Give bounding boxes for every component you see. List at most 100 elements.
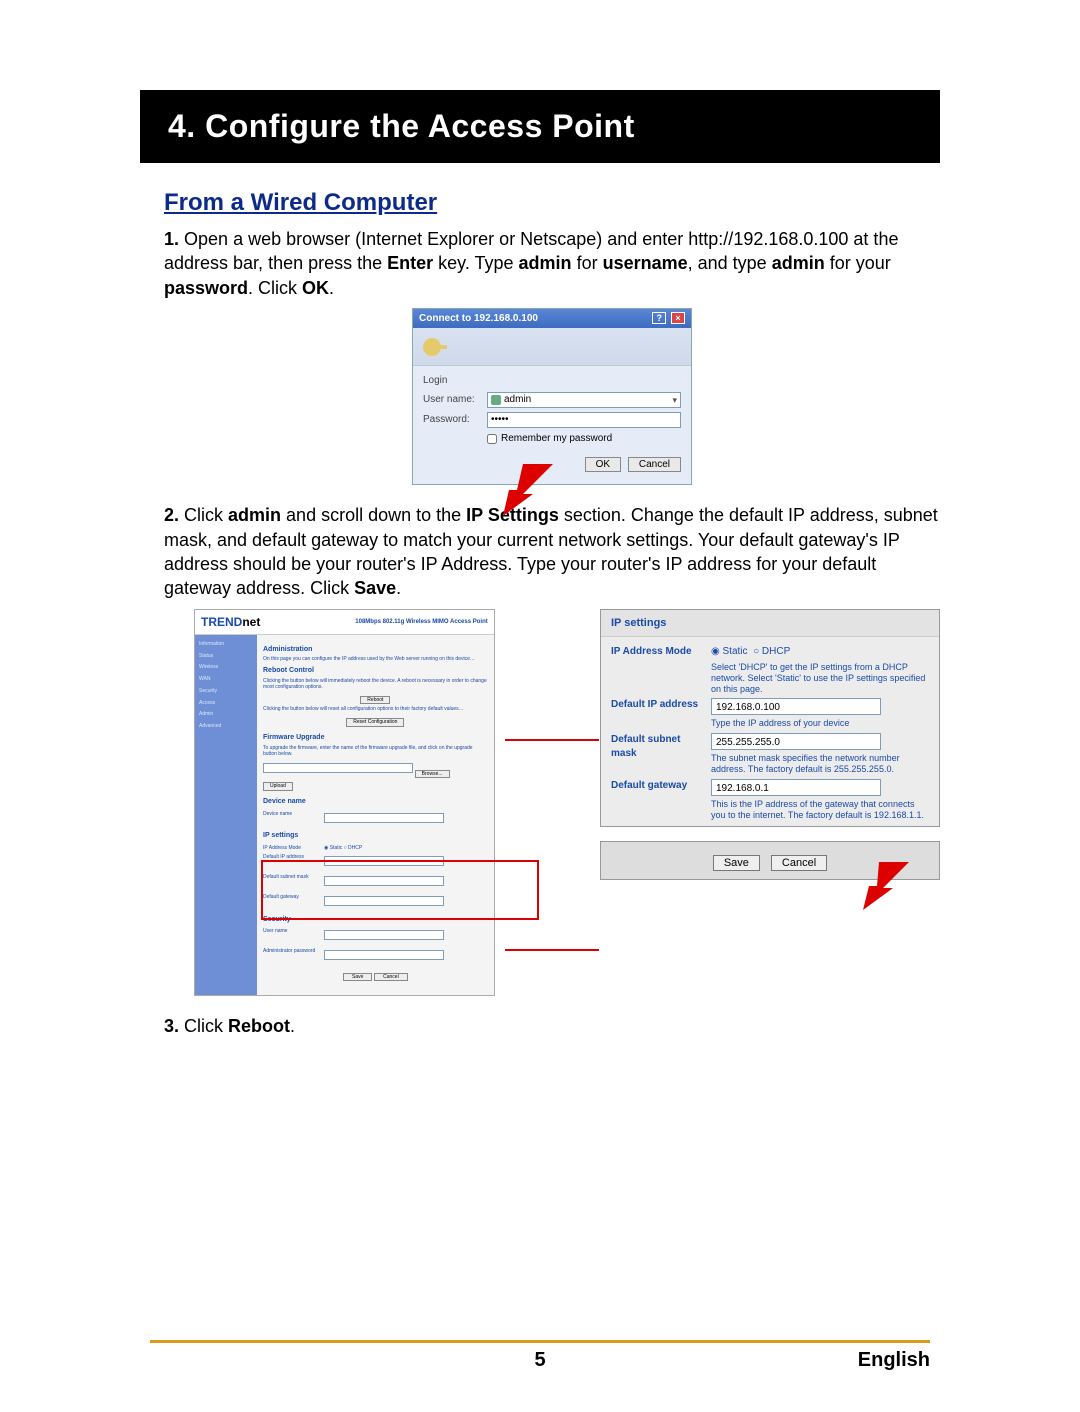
mode-value: ◉ Static ○ DHCP [324, 845, 488, 852]
text: , and type [688, 253, 772, 273]
text: . [329, 278, 334, 298]
admin-description: On this page you can configure the IP ad… [263, 656, 488, 662]
language-label: English [830, 1349, 930, 1372]
ip-zoom-title: IP settings [601, 610, 939, 638]
callout-arrow-icon [473, 464, 553, 521]
reset-button[interactable]: Reset Configuration [346, 718, 404, 727]
reboot-button[interactable]: Reboot [360, 696, 390, 705]
page-number: 5 [250, 1349, 830, 1372]
text: . [290, 1016, 295, 1036]
username-value: admin [504, 393, 531, 407]
chevron-down-icon[interactable]: ▾ [672, 394, 677, 406]
admin-content: Administration On this page you can conf… [257, 635, 494, 996]
ip-field[interactable] [324, 856, 444, 866]
sidebar-item[interactable]: Status [199, 653, 253, 660]
sidebar-item[interactable]: Wireless [199, 664, 253, 671]
firmware-file-field[interactable] [263, 763, 413, 773]
steps-list: 1. Open a web browser (Internet Explorer… [164, 227, 940, 1039]
text: . [396, 578, 401, 598]
text: Click [184, 505, 228, 525]
gateway-field[interactable]: 192.168.0.1 [711, 779, 881, 796]
reboot-section-title: Reboot Control [263, 666, 488, 675]
step-number: 2. [164, 505, 179, 525]
browse-button[interactable]: Browse... [415, 770, 450, 779]
help-icon[interactable]: ? [652, 312, 666, 324]
bold: admin [228, 505, 281, 525]
sidebar-item[interactable]: Admin [199, 711, 253, 718]
ip-label: Default IP address [263, 854, 318, 871]
subnet-mask-field[interactable]: 255.255.255.0 [711, 733, 881, 750]
upload-button[interactable]: Upload [263, 782, 293, 791]
brand-text-b: net [242, 615, 260, 629]
ip-settings-zoom-wrap: IP settings IP Address Mode ◉ Static ○ D… [600, 609, 940, 880]
gw-field[interactable] [324, 896, 444, 906]
step-2: 2. Click admin and scroll down to the IP… [164, 503, 940, 996]
cancel-button[interactable]: Cancel [628, 457, 681, 472]
device-section-title: Device name [263, 797, 488, 806]
ip-address-field[interactable]: 192.168.0.100 [711, 698, 881, 715]
save-button[interactable]: Save [713, 855, 760, 871]
bold: admin [519, 253, 572, 273]
callout-line [505, 949, 599, 951]
ok-button[interactable]: OK [585, 457, 621, 472]
step-body: Click Reboot. [184, 1016, 295, 1036]
remember-checkbox[interactable] [487, 434, 497, 444]
text: Click [184, 1016, 228, 1036]
cancel-button[interactable]: Cancel [771, 855, 827, 871]
product-name: 108Mbps 802.11g Wireless MIMO Access Poi… [355, 618, 487, 626]
ip-hint: Type the IP address of your device [711, 718, 929, 729]
devname-field[interactable] [324, 813, 444, 823]
brand-logo: TRENDnet [201, 615, 260, 629]
user-icon [491, 395, 501, 405]
ip-label: Default IP address [611, 698, 701, 729]
sidebar-item[interactable]: WAN [199, 676, 253, 683]
page-footer: 5 English [0, 1340, 1080, 1372]
step-3: 3. Click Reboot. [164, 1014, 940, 1038]
dhcp-option: DHCP [762, 646, 790, 657]
login-banner [413, 328, 691, 366]
step-number: 3. [164, 1016, 179, 1036]
login-titlebar: Connect to 192.168.0.100 ? × [413, 309, 691, 329]
step-body: Open a web browser (Internet Explorer or… [164, 229, 898, 298]
step-1: 1. Open a web browser (Internet Explorer… [164, 227, 940, 485]
gw-label: Default gateway [263, 894, 318, 911]
firmware-section-title: Firmware Upgrade [263, 733, 488, 742]
bold: username [603, 253, 688, 273]
username-field[interactable]: admin ▾ [487, 392, 681, 408]
password-label: Password: [423, 413, 481, 427]
save-bar: Save Cancel [600, 841, 940, 879]
password-field[interactable]: ••••• [487, 412, 681, 428]
user-field[interactable] [324, 930, 444, 940]
mask-field[interactable] [324, 876, 444, 886]
ip-settings-zoom: IP settings IP Address Mode ◉ Static ○ D… [600, 609, 940, 828]
sidebar-item[interactable]: Access [199, 700, 253, 707]
bold: Enter [387, 253, 433, 273]
bold: Reboot [228, 1016, 290, 1036]
sidebar-item[interactable]: Security [199, 688, 253, 695]
admin-save-button[interactable]: Save [343, 973, 372, 982]
reboot-description: Clicking the button below will immediate… [263, 678, 488, 690]
bold: OK [302, 278, 329, 298]
sidebar-item[interactable]: Information [199, 641, 253, 648]
page: 4. Configure the Access Point From a Wir… [0, 0, 1080, 1097]
user-label: User name [263, 928, 318, 945]
bold: Save [354, 578, 396, 598]
brand-text-a: TREND [201, 615, 242, 629]
login-label: Login [423, 374, 681, 388]
mode-radios[interactable]: ◉ Static ○ DHCP [711, 646, 790, 657]
callout-line [505, 739, 599, 741]
firmware-description: To upgrade the firmware, enter the name … [263, 745, 488, 757]
gw-label: Default gateway [611, 779, 701, 821]
login-title-text: Connect to 192.168.0.100 [419, 312, 538, 326]
admin-panel: TRENDnet 108Mbps 802.11g Wireless MIMO A… [194, 609, 495, 997]
sidebar-item[interactable]: Advanced [199, 723, 253, 730]
close-icon[interactable]: × [671, 312, 685, 324]
admin-section-title: Administration [263, 645, 488, 654]
remember-label: Remember my password [501, 432, 612, 446]
devname-label: Device name [263, 811, 318, 828]
bold: admin [772, 253, 825, 273]
static-option: Static [723, 646, 748, 657]
ip-settings-mini: IP Address Mode◉ Static ○ DHCP Default I… [263, 845, 488, 911]
admin-cancel-button[interactable]: Cancel [374, 973, 408, 982]
adminpw-field[interactable] [324, 950, 444, 960]
